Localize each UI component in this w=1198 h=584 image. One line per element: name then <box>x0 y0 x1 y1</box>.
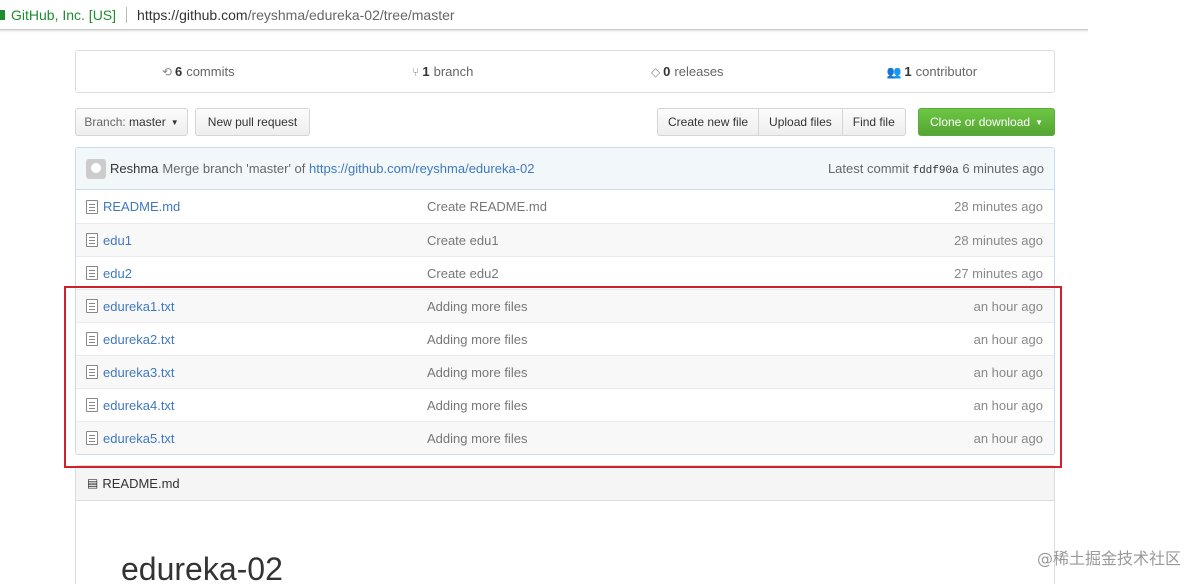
commit-sha[interactable]: fddf90a <box>912 165 958 177</box>
file-age: an hour ago <box>973 430 1043 446</box>
file-row: edu1 Create edu1 28 minutes ago <box>76 223 1054 256</box>
new-pull-request-button[interactable]: New pull request <box>195 108 310 136</box>
file-name-link[interactable]: edureka3.txt <box>103 365 427 380</box>
file-row: README.md Create README.md 28 minutes ago <box>76 190 1054 223</box>
browser-address-bar[interactable]: GitHub, Inc. [US] https://github.com/rey… <box>0 0 1088 30</box>
secure-lock-icon <box>0 9 5 20</box>
avatar[interactable] <box>86 158 106 179</box>
url-text[interactable]: https://github.com/reyshma/edureka-02/tr… <box>137 7 455 23</box>
file-commit-message[interactable]: Create edu1 <box>427 233 954 248</box>
file-commit-message[interactable]: Adding more files <box>427 398 974 413</box>
upload-files-button[interactable]: Upload files <box>758 108 842 136</box>
latest-commit-label: Latest commit <box>827 160 909 176</box>
file-actions-group: Create new file Upload files Find file <box>657 108 906 136</box>
file-row: edureka3.txt Adding more files an hour ago <box>76 355 1054 388</box>
commit-message-link[interactable]: https://github.com/reyshma/edureka-02 <box>309 161 534 176</box>
file-icon <box>86 233 98 247</box>
find-file-button[interactable]: Find file <box>841 108 906 136</box>
file-commit-message[interactable]: Create edu2 <box>427 266 954 281</box>
watermark: @稀土掘金技术社区 <box>1036 549 1181 568</box>
file-age: an hour ago <box>973 364 1043 380</box>
create-new-file-button[interactable]: Create new file <box>657 108 759 136</box>
commit-message: Merge branch 'master' of https://github.… <box>162 161 534 176</box>
file-commit-message[interactable]: Create README.md <box>427 199 954 214</box>
commit-author[interactable]: Reshma <box>110 161 158 176</box>
file-age: an hour ago <box>973 298 1043 314</box>
repo-summary-bar: ⟲ 6 commits ⑂ 1 branch ◇ 0 releases 👥 1 … <box>75 50 1055 93</box>
address-bar-shadow <box>0 30 1088 33</box>
file-icon <box>86 398 98 412</box>
file-row: edu2 Create edu2 27 minutes ago <box>76 256 1054 289</box>
commits-label: commits <box>186 64 235 79</box>
clone-or-download-button[interactable]: Clone or download ▼ <box>918 108 1055 136</box>
branch-name: master <box>129 115 166 129</box>
branch-label: branch <box>433 64 474 79</box>
file-name-link[interactable]: edu1 <box>103 233 427 248</box>
clone-label: Clone or download <box>930 115 1031 129</box>
branch-stat[interactable]: ⑂ 1 branch <box>321 64 566 79</box>
url-host: https://github.com <box>137 6 248 23</box>
file-icon <box>86 266 98 280</box>
caret-down-icon: ▼ <box>170 117 179 127</box>
file-rows: README.md Create README.md 28 minutes ago e… <box>76 190 1054 454</box>
file-age: an hour ago <box>973 331 1043 347</box>
file-name-link[interactable]: edureka2.txt <box>103 332 427 347</box>
file-row: edureka4.txt Adding more files an hour ago <box>76 388 1054 421</box>
file-icon <box>86 299 98 313</box>
commit-message-text[interactable]: Merge branch 'master' of <box>162 161 305 176</box>
file-list: Reshma Merge branch 'master' of https://… <box>75 147 1055 455</box>
file-name-link[interactable]: edureka4.txt <box>103 398 427 413</box>
file-age: 27 minutes ago <box>954 265 1043 281</box>
commit-age: 6 minutes ago <box>962 160 1044 176</box>
readme-box: ▤ README.md edureka-02 <box>75 465 1055 584</box>
releases-stat[interactable]: ◇ 0 releases <box>565 64 810 79</box>
readme-header: ▤ README.md <box>76 466 1054 501</box>
book-icon: ▤ <box>87 476 99 490</box>
people-icon: 👥 <box>886 64 902 79</box>
history-icon: ⟲ <box>161 64 172 79</box>
readme-title: edureka-02 <box>121 551 283 584</box>
file-row: edureka5.txt Adding more files an hour ago <box>76 421 1054 454</box>
latest-commit-info: Latest commit fddf90a 6 minutes ago <box>828 161 1044 177</box>
branch-select-button[interactable]: Branch: master ▼ <box>75 108 188 136</box>
file-commit-message[interactable]: Adding more files <box>427 365 974 380</box>
file-icon <box>86 431 98 445</box>
branch-icon: ⑂ <box>412 64 420 79</box>
commits-stat[interactable]: ⟲ 6 commits <box>76 64 321 79</box>
file-name-link[interactable]: edu2 <box>103 266 427 281</box>
file-name-link[interactable]: edureka1.txt <box>103 299 427 314</box>
commit-tease: Reshma Merge branch 'master' of https://… <box>76 148 1054 190</box>
contributor-label: contributor <box>915 64 978 79</box>
tag-icon: ◇ <box>650 64 661 79</box>
file-commit-message[interactable]: Adding more files <box>427 431 974 446</box>
contributor-count: 1 <box>904 64 912 79</box>
branch-count: 1 <box>422 64 430 79</box>
file-name-link[interactable]: README.md <box>103 199 427 214</box>
readme-header-label: README.md <box>102 475 180 491</box>
file-age: 28 minutes ago <box>954 232 1043 248</box>
file-icon <box>86 199 98 214</box>
file-age: 28 minutes ago <box>954 199 1043 214</box>
file-row: edureka1.txt Adding more files an hour ago <box>76 289 1054 322</box>
caret-down-icon: ▼ <box>1035 117 1043 127</box>
file-icon <box>86 365 98 379</box>
file-age: an hour ago <box>973 397 1043 413</box>
releases-count: 0 <box>663 64 671 79</box>
certificate-label[interactable]: GitHub, Inc. [US] <box>11 7 116 23</box>
branch-prefix: Branch: <box>84 115 126 129</box>
commits-count: 6 <box>174 64 183 79</box>
file-commit-message[interactable]: Adding more files <box>427 299 974 314</box>
file-name-link[interactable]: edureka5.txt <box>103 431 427 446</box>
file-row: edureka2.txt Adding more files an hour ago <box>76 322 1054 355</box>
releases-label: releases <box>674 64 724 79</box>
contributor-stat[interactable]: 👥 1 contributor <box>810 64 1055 79</box>
url-path: /reyshma/edureka-02/tree/master <box>247 6 455 23</box>
file-icon <box>86 332 98 346</box>
address-divider <box>126 6 128 23</box>
file-commit-message[interactable]: Adding more files <box>427 332 974 347</box>
